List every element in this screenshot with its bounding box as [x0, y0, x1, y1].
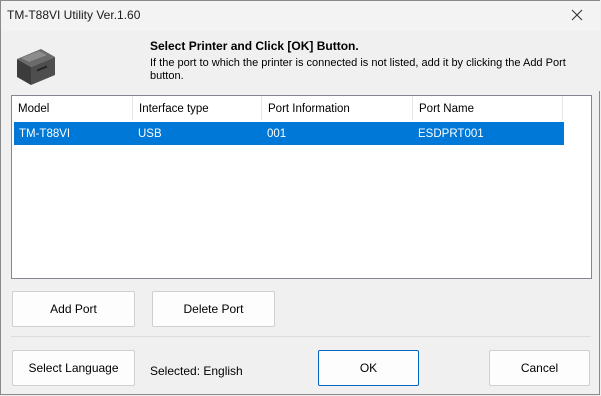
title-bar: TM-T88VI Utility Ver.1.60	[1, 1, 600, 31]
delete-port-button[interactable]: Delete Port	[152, 291, 275, 327]
instruction-heading: Select Printer and Click [OK] Button.	[150, 39, 359, 53]
column-header-port-information[interactable]: Port Information	[262, 96, 413, 120]
printer-icon	[11, 41, 59, 87]
column-header-model[interactable]: Model	[12, 96, 133, 120]
separator	[11, 336, 591, 337]
list-header: Model Interface type Port Information Po…	[12, 96, 591, 120]
window-title: TM-T88VI Utility Ver.1.60	[7, 8, 141, 22]
printer-list[interactable]: Model Interface type Port Information Po…	[11, 95, 592, 279]
cell-port-information: 001	[267, 128, 287, 140]
column-header-interface-type[interactable]: Interface type	[133, 96, 262, 120]
cell-model: TM-T88VI	[19, 128, 71, 140]
table-row[interactable]: TM-T88VI USB 001 ESDPRT001	[14, 122, 564, 145]
cell-port-name: ESDPRT001	[418, 128, 484, 140]
add-port-button[interactable]: Add Port	[12, 291, 135, 327]
ok-button[interactable]: OK	[318, 350, 419, 386]
column-header-port-name[interactable]: Port Name	[413, 96, 563, 120]
instruction-subtext: If the port to which the printer is conn…	[150, 57, 566, 82]
selected-language-label: Selected: English	[150, 364, 243, 378]
cell-interface-type: USB	[138, 128, 162, 140]
select-language-button[interactable]: Select Language	[12, 350, 135, 386]
cancel-button[interactable]: Cancel	[489, 350, 590, 386]
close-icon	[571, 9, 583, 24]
close-button[interactable]	[554, 1, 600, 31]
utility-window: TM-T88VI Utility Ver.1.60 Select Printer…	[0, 0, 600, 395]
